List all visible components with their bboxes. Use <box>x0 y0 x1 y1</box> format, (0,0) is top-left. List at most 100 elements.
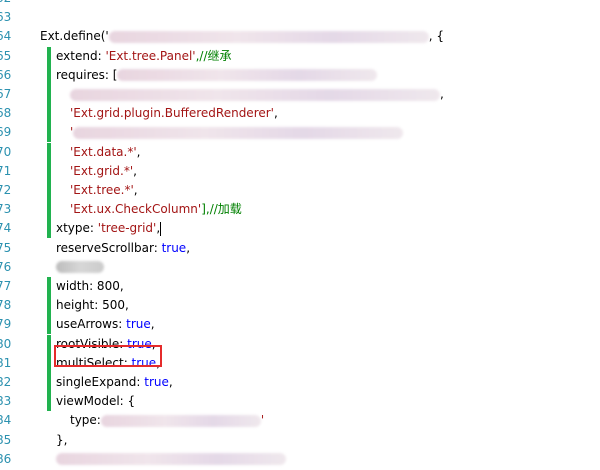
line-number-text: 63 <box>0 10 12 25</box>
code-text[interactable] <box>56 450 286 469</box>
code-text[interactable]: extend: 'Ext.tree.Panel',//继承 <box>56 47 232 66</box>
code-token: }, <box>56 432 68 447</box>
code-text[interactable]: 'Ext.tree.*', <box>70 181 138 200</box>
code-line[interactable]: 68 'Ext.grid.plugin.BufferedRenderer', <box>0 104 600 124</box>
line-number: 79 <box>0 315 30 334</box>
code-line[interactable]: 78 height: 500, <box>0 296 600 316</box>
line-number-text: 75 <box>0 240 12 255</box>
keyword-token: true <box>144 375 169 389</box>
redacted-text <box>56 453 286 466</box>
code-token: viewModel: { <box>56 394 136 409</box>
code-token: , { <box>428 29 444 44</box>
line-number: 62 <box>0 0 30 8</box>
code-token: , <box>440 87 444 101</box>
code-text[interactable]: singleExpand: true, <box>56 373 173 392</box>
line-number-text: 86 <box>0 451 12 466</box>
line-number: 81 <box>0 354 30 373</box>
line-number-text: 62 <box>0 0 11 8</box>
code-line[interactable]: 66 requires: [ <box>0 65 600 85</box>
code-line[interactable]: 70 'Ext.data.*', <box>0 142 600 162</box>
code-text[interactable]: viewModel: { <box>56 392 135 411</box>
code-text[interactable]: useArrows: true, <box>56 315 155 334</box>
code-line[interactable]: 65 extend: 'Ext.tree.Panel',//继承 <box>0 46 600 66</box>
code-text[interactable]: 'Ext.ux.CheckColumn'],//加载 <box>70 200 242 219</box>
text-cursor <box>160 221 162 236</box>
redacted-text <box>56 261 104 274</box>
code-line[interactable]: 67, <box>0 85 600 104</box>
code-text[interactable]: type: ' <box>70 411 264 430</box>
line-number-text: 72 <box>0 183 12 197</box>
code-token: extend: <box>56 48 106 63</box>
code-line[interactable]: 72 'Ext.tree.*', <box>0 181 600 200</box>
line-number: 69 <box>0 123 30 142</box>
code-text[interactable]: 'Ext.data.*', <box>70 143 140 162</box>
code-token: , <box>168 375 173 389</box>
code-line[interactable]: 86 <box>0 450 600 469</box>
code-line[interactable]: 84 type: ' <box>0 411 600 430</box>
line-number: 71 <box>0 162 30 181</box>
code-text[interactable]: }, <box>56 431 67 450</box>
keyword-token: true <box>161 240 187 255</box>
code-line[interactable]: 71 'Ext.grid.*', <box>0 161 600 181</box>
line-number: 67 <box>0 85 30 104</box>
line-number-text: 85 <box>0 432 12 447</box>
code-text[interactable]: xtype: 'tree-grid', <box>56 219 162 238</box>
code-text[interactable]: Ext.define(' , { <box>40 27 444 46</box>
change-indicator <box>47 277 51 296</box>
change-indicator <box>47 142 51 162</box>
code-text[interactable]: width: 800, <box>56 277 124 296</box>
line-number-text: 80 <box>0 336 12 351</box>
code-line[interactable]: 85}, <box>0 431 600 450</box>
line-number-text: 74 <box>0 221 12 236</box>
code-line[interactable]: 82 singleExpand: true, <box>0 373 600 392</box>
code-line[interactable]: 76 <box>0 258 600 277</box>
code-text[interactable]: reserveScrollbar: true, <box>56 239 190 258</box>
string-token: 'Ext.grid.*' <box>70 163 134 178</box>
line-number: 86 <box>0 450 30 469</box>
code-text[interactable]: ' <box>70 123 404 142</box>
code-token: xtype: <box>56 221 98 236</box>
line-number-text: 78 <box>0 298 12 313</box>
code-token: Ext.define(' <box>40 29 109 44</box>
line-number: 80 <box>0 335 30 354</box>
code-text[interactable]: 'Ext.grid.*', <box>70 162 137 181</box>
code-text[interactable]: 'Ext.grid.plugin.BufferedRenderer', <box>70 104 278 123</box>
code-text[interactable]: height: 500, <box>56 296 129 315</box>
code-line[interactable]: 83 viewModel: { <box>0 392 600 412</box>
code-text[interactable]: , <box>70 85 444 104</box>
code-token: type: <box>70 413 101 428</box>
line-number: 83 <box>0 392 30 411</box>
code-token: , <box>273 106 278 121</box>
code-text[interactable]: requires: [ <box>56 66 378 85</box>
redacted-text <box>70 88 440 101</box>
code-line[interactable]: 69 ' <box>0 123 600 143</box>
code-editor[interactable]: 62 63 64 Ext.define(' , { 65 extend: 'Ext.tree… <box>0 0 600 470</box>
line-number-text: 70 <box>0 144 12 159</box>
line-number-text: 68 <box>0 106 12 121</box>
code-line[interactable]: 64 Ext.define(' , { <box>0 27 600 46</box>
string-token: 'Ext.data.*' <box>70 144 137 159</box>
line-number: 63 <box>0 8 30 27</box>
line-number: 64 <box>0 27 30 46</box>
comment-token: ,//继承 <box>195 48 232 63</box>
string-token: 'Ext.ux.CheckColumn' <box>70 202 202 217</box>
line-number-text: 81 <box>0 355 12 370</box>
code-line[interactable]: 73 'Ext.ux.CheckColumn'],//加载 <box>0 200 600 220</box>
line-number-text: 83 <box>0 394 12 409</box>
code-line[interactable]: 79 useArrows: true, <box>0 315 600 335</box>
string-token: 'Ext.grid.plugin.BufferedRenderer' <box>70 106 274 121</box>
line-number: 66 <box>0 66 30 85</box>
change-indicator <box>47 104 51 124</box>
change-indicator <box>47 181 51 200</box>
code-line[interactable]: 74 xtype: 'tree-grid', <box>0 219 600 239</box>
code-line[interactable]: 77 width: 800, <box>0 277 600 296</box>
change-indicator <box>47 123 51 143</box>
code-text[interactable] <box>56 258 104 277</box>
change-indicator <box>47 296 51 316</box>
change-indicator <box>47 161 51 181</box>
code-line[interactable]: 75 reserveScrollbar: true, <box>0 239 600 258</box>
code-line[interactable]: 63 <box>0 8 600 27</box>
code-token: reserveScrollbar: <box>56 240 162 255</box>
line-number: 77 <box>0 277 30 296</box>
code-line[interactable]: 62 <box>0 0 600 8</box>
